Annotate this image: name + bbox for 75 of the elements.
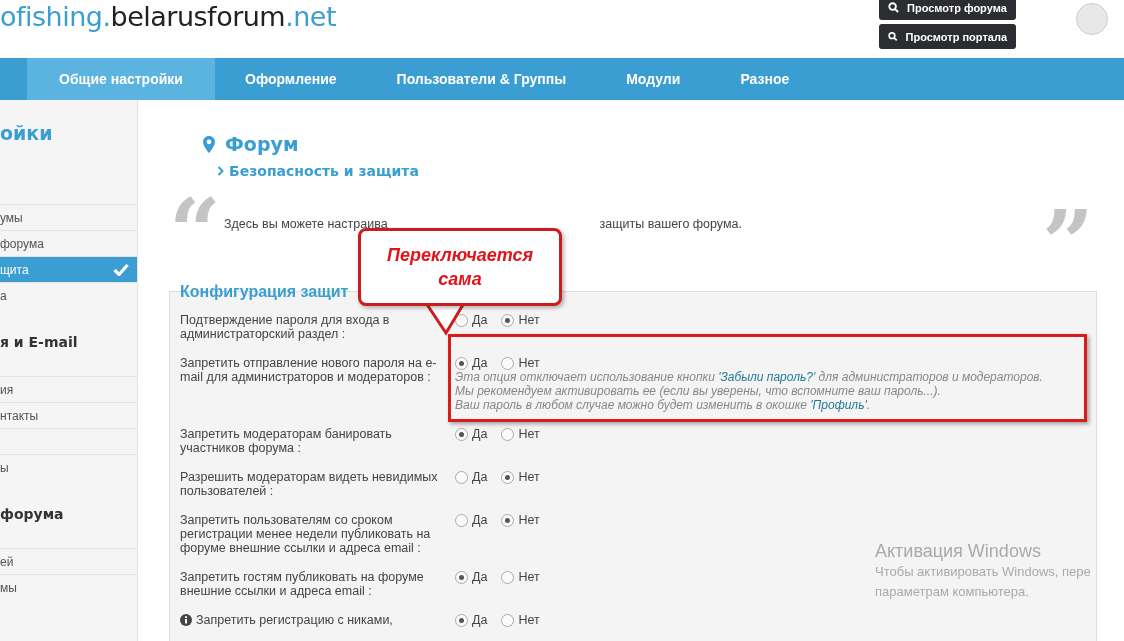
sidebar-item[interactable]: ия [0,376,137,402]
radio-option[interactable]: Нет [501,570,540,584]
section-title: Конфигурация защит [180,283,350,301]
map-pin-icon [203,135,215,153]
sidebar-item-label: щита [0,262,29,277]
sidebar-item-label: ы [0,460,9,475]
sidebar-item[interactable]: умы [0,204,137,230]
sidebar-item-label: мы [0,580,17,595]
close-quote-mark: ” [1042,203,1095,258]
radio-button[interactable] [455,470,468,484]
view-button[interactable]: Просмотр форума [879,0,1016,20]
radio-option[interactable]: Да [455,427,488,441]
sidebar-item-label: нтакты [0,408,39,423]
setting-label: Запретить регистрацию с никами, [196,613,393,627]
radio-option[interactable]: Да [455,470,488,484]
sidebar-item-label: умы [0,210,23,225]
radio-button[interactable] [455,570,468,584]
sidebar-item[interactable]: а [0,282,137,308]
radio-button[interactable] [501,513,515,527]
radio-button[interactable] [455,427,468,441]
radio-option[interactable]: Нет [501,427,540,441]
radio-option[interactable]: Да [455,513,488,527]
search-icon [888,31,898,42]
site-logo[interactable]: ofishing.belarusforum.net [0,0,337,34]
activation-title: Активация Windows [875,541,1042,562]
setting-label: Запретить модераторам банировать участников форума : [180,427,393,455]
sidebar-item-label: форума [0,236,44,251]
radio-button[interactable] [501,427,515,441]
activation-text: параметрам компьютера. [875,583,1030,601]
sidebar-item[interactable]: ей [0,548,137,574]
radio-button[interactable] [455,613,468,627]
radio-button[interactable] [501,313,515,327]
info-icon [180,614,192,626]
sidebar-heading: ойки [0,121,54,146]
setting-label: Запретить отправление нового пароля на e-mail для администраторов и модераторов : [180,356,438,384]
radio-button[interactable] [455,356,468,370]
open-quote-mark: “ [169,191,222,246]
sidebar-heading: форума [0,505,65,524]
setting-label: Запретить гостям публиковать на форуме внешние ссылки и адреса email : [180,570,425,598]
intro-text: защиты вашего форума. [599,217,742,231]
sidebar-item[interactable]: нтакты [0,402,137,428]
chevron-right-icon [217,166,224,176]
help-link[interactable]: 'Забыли пароль?' [718,370,816,384]
radio-button[interactable] [501,470,515,484]
check-icon [113,263,129,276]
help-link[interactable]: 'Профиль' [810,398,867,412]
view-button[interactable]: Просмотр портала [879,24,1016,49]
intro-text: Здесь вы можете настраива [224,217,388,231]
sidebar-heading: я и E-mail [0,333,79,352]
setting-label: Разрешить модераторам видеть невидимых пользователей : [180,470,439,498]
setting-label: Запретить пользователям со сроком регистрации менее недели публиковать на форуме внешние ссылки и адреса email : [180,513,432,555]
radio-button[interactable] [455,513,468,527]
radio-button[interactable] [501,356,515,370]
radio-option[interactable]: Нет [501,356,540,370]
sidebar-item[interactable]: ы [0,454,137,480]
radio-option[interactable]: Нет [501,470,540,484]
radio-option[interactable]: Да [455,570,488,584]
option-description: Мы рекомендуем активировать ее (если вы уверены, что вспомните ваш пароль...). [455,384,942,398]
sidebar-item-label: ия [0,382,14,397]
radio-option[interactable]: Нет [501,513,540,527]
sidebar-item-label: ей [0,554,14,569]
radio-option[interactable]: Да [455,613,488,627]
activation-text: Чтобы активировать Windows, пере [875,563,1091,581]
search-icon [888,2,899,13]
radio-option[interactable]: Нет [501,313,540,327]
sidebar-item[interactable]: мы [0,574,137,600]
setting-label: Подтверждение пароля для входа в администраторский раздел : [180,313,391,341]
radio-button[interactable] [501,570,515,584]
radio-option[interactable]: Да [455,356,488,370]
radio-button[interactable] [501,613,515,627]
radio-option[interactable]: Нет [501,613,540,627]
option-description: Ваш пароль в любом случае можно будет изменить в окошке 'Профиль'. [455,398,872,412]
option-description: Эта опция отключает использование кнопки 'Забыли пароль?' для администраторов и модераторов. [455,370,1043,384]
sidebar-item-label: а [0,288,7,303]
page-title: Форум [225,133,299,155]
